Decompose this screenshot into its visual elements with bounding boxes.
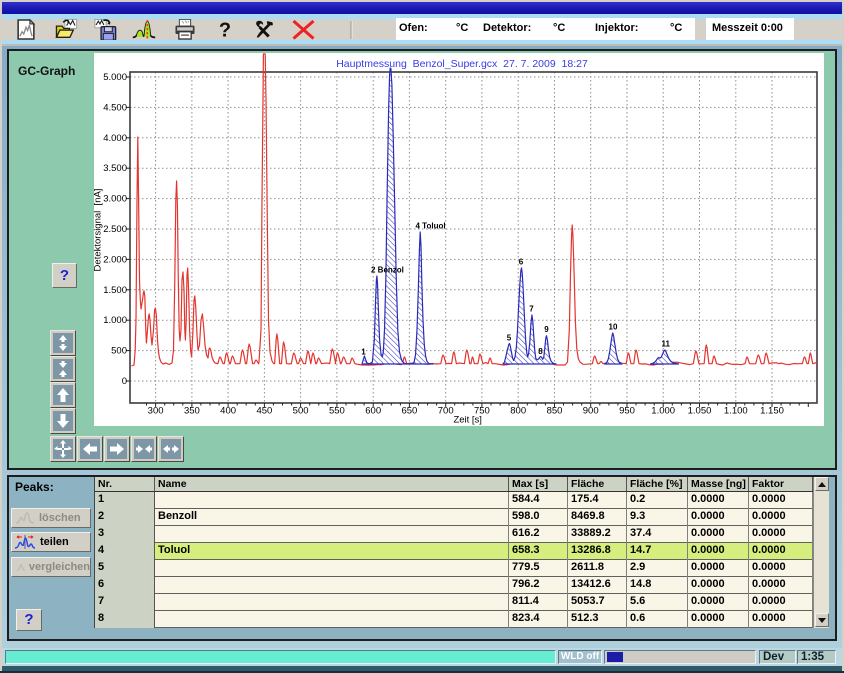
svg-text:5: 5 — [507, 334, 512, 343]
svg-text:600: 600 — [365, 406, 381, 417]
svg-text:650: 650 — [401, 406, 417, 417]
svg-text:4.000: 4.000 — [103, 133, 127, 144]
svg-text:3.500: 3.500 — [103, 163, 127, 174]
svg-text:5.000: 5.000 — [103, 72, 127, 83]
svg-text:350: 350 — [184, 406, 200, 417]
svg-text:9: 9 — [544, 325, 549, 334]
svg-text:7: 7 — [529, 305, 534, 314]
svg-text:550: 550 — [329, 406, 345, 417]
svg-text:1.000: 1.000 — [651, 406, 675, 417]
svg-text:2 Benzol: 2 Benzol — [371, 266, 404, 275]
svg-text:1: 1 — [361, 348, 366, 357]
svg-text:4.500: 4.500 — [103, 102, 127, 113]
svg-text:4 Toluol: 4 Toluol — [416, 222, 446, 231]
svg-text:900: 900 — [583, 406, 599, 417]
svg-text:11: 11 — [662, 340, 671, 349]
svg-text:850: 850 — [547, 406, 563, 417]
svg-text:700: 700 — [438, 406, 454, 417]
svg-text:3.000: 3.000 — [103, 194, 127, 205]
svg-text:500: 500 — [293, 406, 309, 417]
svg-text:400: 400 — [220, 406, 236, 417]
svg-text:950: 950 — [619, 406, 635, 417]
svg-text:0: 0 — [122, 376, 127, 387]
svg-text:Detektorsignal [nA]: Detektorsignal [nA] — [94, 189, 104, 272]
svg-text:?: ? — [219, 20, 231, 42]
svg-text:800: 800 — [510, 406, 526, 417]
svg-text:8: 8 — [538, 347, 543, 356]
svg-text:450: 450 — [256, 406, 272, 417]
svg-text:300: 300 — [148, 406, 164, 417]
svg-text:2.000: 2.000 — [103, 254, 127, 265]
svg-text:1.150: 1.150 — [760, 406, 784, 417]
svg-text:1.000: 1.000 — [103, 315, 127, 326]
svg-text:6: 6 — [519, 258, 524, 267]
svg-text:10: 10 — [609, 323, 618, 332]
svg-text:1.500: 1.500 — [103, 285, 127, 296]
svg-text:Hauptmessung Benzol_Super.gcx: Hauptmessung Benzol_Super.gcx 27. 7. 200… — [336, 58, 588, 70]
svg-text:Zeit [s]: Zeit [s] — [453, 415, 482, 426]
svg-text:1.100: 1.100 — [724, 406, 748, 417]
svg-text:2.500: 2.500 — [103, 224, 127, 235]
svg-text:1.050: 1.050 — [688, 406, 712, 417]
svg-text:500: 500 — [111, 346, 127, 357]
